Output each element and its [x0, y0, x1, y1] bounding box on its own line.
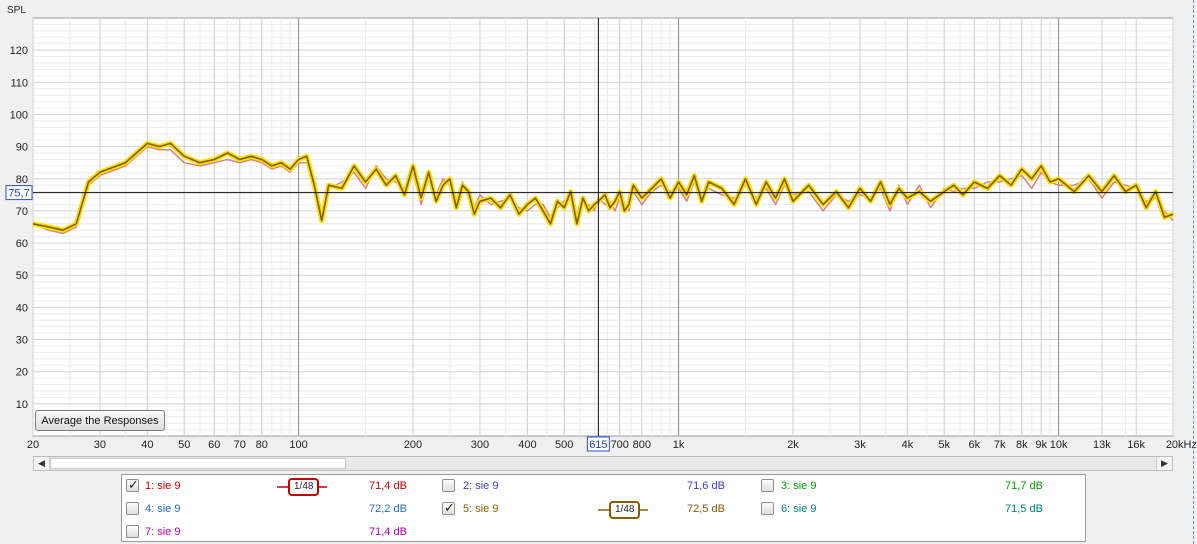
window-edge: [1193, 0, 1195, 544]
x-tick-label: 70: [234, 439, 246, 451]
x-tick-label: 16k: [1127, 439, 1145, 451]
y-tick-label: 80: [16, 174, 28, 186]
measurement-5-label[interactable]: 5: sie 9: [463, 503, 498, 516]
x-tick-label: 1k: [673, 439, 685, 451]
y-tick-label: 30: [16, 335, 28, 347]
x-tick-label: 100: [289, 439, 307, 451]
measurement-4-value: 72,2 dB: [369, 503, 407, 515]
scroll-left-icon[interactable]: ◀: [34, 457, 50, 470]
x-tick-label: 6k: [968, 439, 980, 451]
measurement-1-checkbox[interactable]: [126, 477, 139, 493]
measurement-6-label[interactable]: 6: sie 9: [781, 503, 816, 516]
measurement-6-checkbox[interactable]: [761, 502, 774, 515]
x-tick-label: 5k: [938, 439, 950, 451]
x-tick-label: 60: [208, 439, 220, 451]
y-tick-label: 40: [16, 302, 28, 314]
y-tick-label: 60: [16, 238, 28, 250]
measurement-5-smoothing-badge[interactable]: 1/48: [609, 501, 641, 519]
measurement-2-checkbox[interactable]: [442, 479, 455, 492]
measurement-5-value: 72,5 dB: [687, 503, 725, 515]
y-tick-label: 90: [16, 142, 28, 154]
measurement-7-checkbox[interactable]: [126, 525, 139, 538]
measurement-5-checkbox[interactable]: [442, 500, 455, 516]
x-tick-label: 10k: [1050, 439, 1068, 451]
y-tick-label: 20: [16, 367, 28, 379]
x-tick-label: 500: [555, 439, 573, 451]
measurement-4-label[interactable]: 4: sie 9: [145, 503, 180, 516]
x-tick-label: 4k: [902, 439, 914, 451]
measurement-legend: 1: sie 9 1/48 71,4 dB 2: sie 9 71,6 dB 3…: [121, 474, 1086, 542]
plot-area[interactable]: [32, 17, 1174, 437]
y-tick-label: 50: [16, 270, 28, 282]
measurement-1-smoothing-badge[interactable]: 1/48: [288, 478, 320, 496]
rew-spl-window: 75,7 615 10 20 30 40 50 60 70 80 90 100 110 120 20 30 4…: [0, 0, 1197, 544]
measurement-7-value: 71,4 dB: [369, 526, 407, 538]
horizontal-scrollbar[interactable]: ◀ ▶: [33, 456, 1173, 471]
x-tick-label: 20: [27, 439, 39, 451]
x-tick-label: 80: [256, 439, 268, 451]
y-tick-label: 110: [10, 77, 28, 89]
scroll-right-icon[interactable]: ▶: [1156, 457, 1172, 470]
measurement-1-value: 71,4 dB: [369, 480, 407, 492]
x-tick-label: 3k: [854, 439, 866, 451]
x-tick-label: 2k: [787, 439, 799, 451]
measurement-3-checkbox[interactable]: [761, 479, 774, 492]
spl-graph[interactable]: 75,7 615 10 20 30 40 50 60 70 80 90 100 110 120 20 30 4…: [0, 0, 1197, 456]
x-tick-label: 400: [518, 439, 536, 451]
measurement-4-checkbox[interactable]: [126, 502, 139, 515]
scrollbar-thumb[interactable]: [50, 458, 346, 469]
measurement-2-value: 71,6 dB: [687, 480, 725, 492]
measurement-2-label[interactable]: 2: sie 9: [463, 480, 498, 493]
x-tick-label: 700: [611, 439, 629, 451]
x-tick-label: 800: [633, 439, 651, 451]
x-tick-label: 7k: [994, 439, 1006, 451]
measurement-3-label[interactable]: 3: sie 9: [781, 480, 816, 493]
x-tick-label: 8k: [1016, 439, 1028, 451]
x-tick-label: 13k: [1093, 439, 1111, 451]
x-tick-label: 50: [178, 439, 190, 451]
y-tick-label: 70: [16, 206, 28, 218]
y-tick-label: 10: [16, 399, 28, 411]
y-tick-label: 100: [10, 109, 28, 121]
measurement-1-label[interactable]: 1: sie 9: [145, 480, 180, 493]
y-tick-label: 120: [10, 45, 28, 57]
x-tick-label: 40: [141, 439, 153, 451]
x-tick-label: 200: [404, 439, 422, 451]
measurement-7-label[interactable]: 7: sie 9: [145, 526, 180, 539]
measurement-6-value: 71,5 dB: [1005, 503, 1043, 515]
x-tick-label: 300: [471, 439, 489, 451]
measurement-3-value: 71,7 dB: [1005, 480, 1043, 492]
cursor-x-readout: 615: [589, 439, 607, 451]
y-axis-title: SPL: [7, 5, 26, 16]
x-tick-label: 30: [94, 439, 106, 451]
x-tick-label: 9k: [1035, 439, 1047, 451]
average-responses-button[interactable]: Average the Responses: [35, 410, 165, 431]
cursor-y-readout: 75,7: [8, 188, 29, 200]
